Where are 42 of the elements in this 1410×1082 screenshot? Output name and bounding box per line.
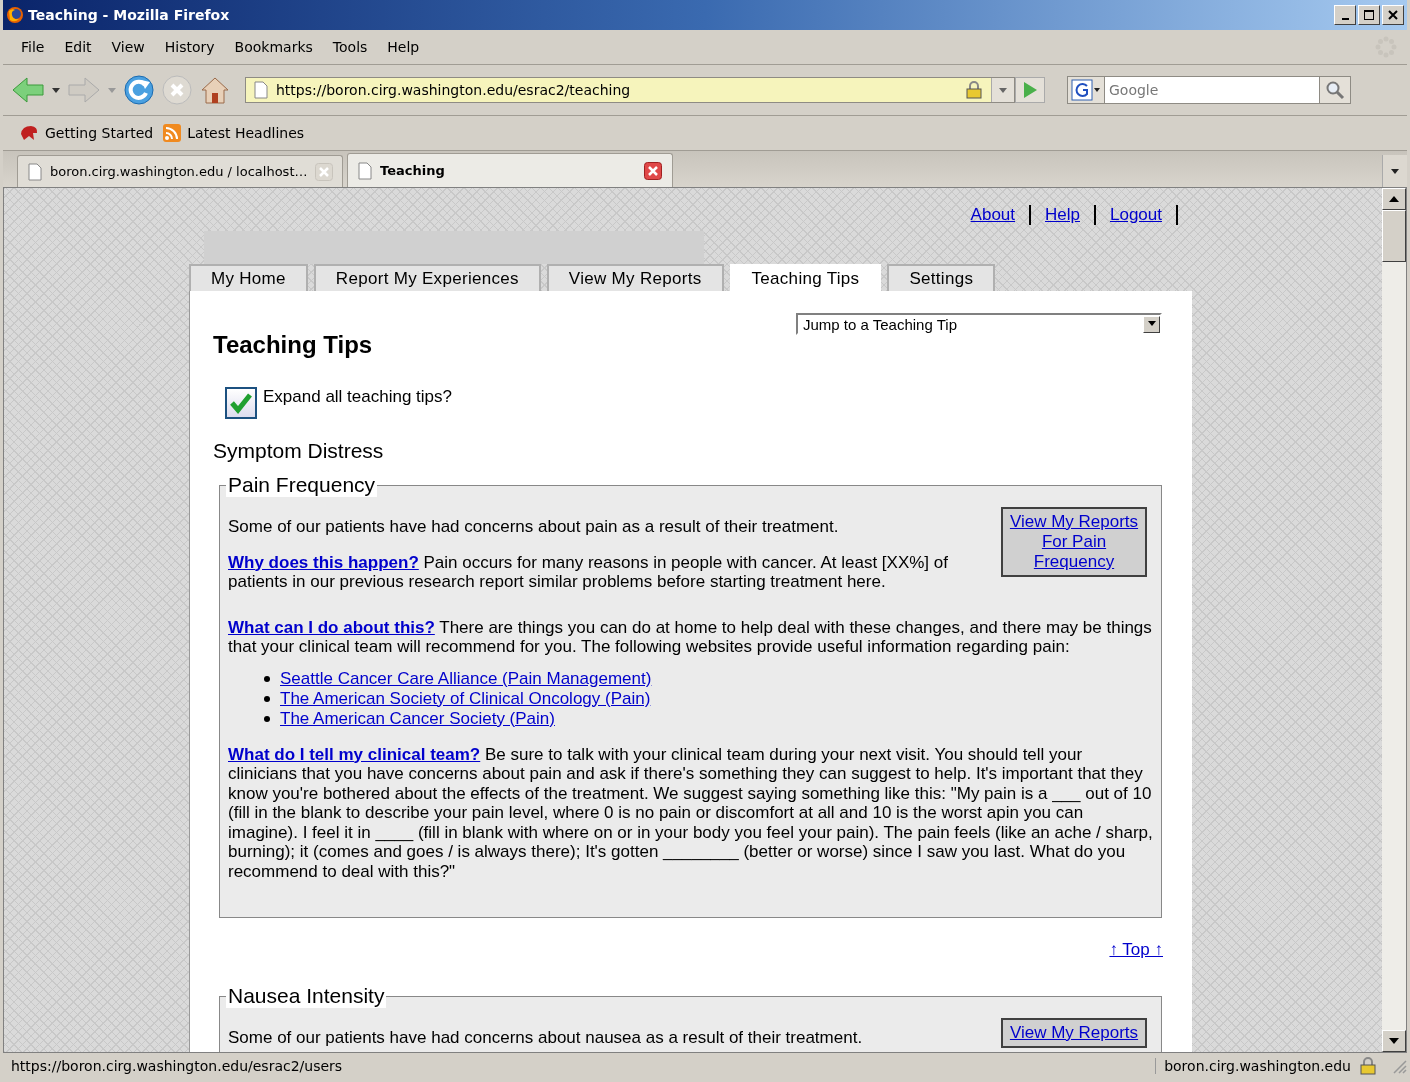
menu-item[interactable]: View	[101, 39, 155, 55]
tip-paragraph: Why does this happen? Pain occurs for many reasons in people with cancer. At least [XX%] of patients in our previous research report similar problems before starting treatment here.	[228, 552, 949, 592]
nav-tab[interactable]: View My Reports	[546, 264, 724, 291]
resource-link[interactable]: Seattle Cancer Care Alliance (Pain Management)	[280, 668, 652, 689]
nav-tab[interactable]: My Home	[189, 264, 308, 291]
bookmark-item[interactable]: Latest Headlines	[163, 124, 305, 142]
header-link[interactable]: About	[970, 205, 1016, 225]
tip-paragraph: What can I do about this? There are things you can do at home to help deal with these changes, and there may be things that your clinical team will recommend for you. The following websites provide useful information regarding pain:	[228, 617, 1153, 657]
section-title: Symptom Distress	[213, 439, 385, 463]
header-link[interactable]: Logout	[1110, 205, 1162, 225]
status-host: boron.cirg.washington.edu	[1155, 1058, 1351, 1074]
menu-item[interactable]: History	[154, 39, 225, 55]
tip-paragraph: Some of our patients have had concerns about pain as a result of their treatment.	[228, 517, 840, 537]
address-bar[interactable]: https://boron.cirg.washington.edu/esrac2/teaching	[245, 77, 1015, 103]
menu-item[interactable]: Tools	[322, 39, 378, 55]
menu-item[interactable]: Bookmarks	[224, 39, 323, 55]
search-field[interactable]: Google	[1104, 76, 1320, 104]
browser-tab[interactable]: Teaching	[347, 153, 673, 187]
page-heading: Teaching Tips	[213, 331, 373, 359]
tip-select[interactable]: Jump to a Teaching Tip	[796, 313, 1162, 335]
header-link[interactable]: Help	[1045, 205, 1080, 225]
resource-link[interactable]: The American Cancer Society (Pain)	[280, 708, 555, 729]
question-link[interactable]: What can I do about this?	[228, 617, 435, 637]
nav-tab[interactable]: Report My Experiences	[313, 264, 541, 291]
window-title: Teaching - Mozilla Firefox	[28, 7, 230, 23]
menu-item[interactable]: File	[11, 39, 55, 55]
checkbox-label: Expand all teaching tips?	[263, 387, 453, 407]
question-link[interactable]: What do I tell my clinical team?	[228, 744, 481, 764]
bookmark-item[interactable]: Getting Started	[19, 124, 154, 142]
status-url: https://boron.cirg.washington.edu/esrac2/users	[11, 1058, 344, 1074]
nav-tab[interactable]: Teaching Tips	[729, 264, 882, 291]
top-link[interactable]: ↑ Top ↑	[1109, 940, 1163, 959]
tip-paragraph: What do I tell my clinical team? Be sure to talk with your clinical team during your next visit. You should tell your clinicians that you have concerns about pain and ask if there's something they can suggest to help. It's important that they know you're bothered about the effects of the treatment. We suggest saying something like this: "My pain is a ___ out of 10 (fill in the blank to describe your pain level, where 0 is no pain or discomfort at all and 10 is the worst apin you can imagine). I feel it in ____ (fill in blank with where on or in your body you feel your pain). The pain feels (like an ache / sharp, burning); it (comes and goes / is always there); It's gotten ________ (better or worse) since I saw you last. What do you recommend to deal with this?"	[228, 744, 1153, 881]
view-reports-link[interactable]: View My Reports For Pain Frequency	[1001, 507, 1147, 577]
tip-paragraph: Some of our patients have had concerns about nausea as a result of their treatment.	[228, 1028, 864, 1048]
menu-item[interactable]: Edit	[54, 39, 102, 55]
resource-link[interactable]: The American Society of Clinical Oncology (Pain)	[280, 688, 651, 709]
browser-tab[interactable]: boron.cirg.washington.edu / localhost…	[17, 155, 343, 187]
view-reports-link[interactable]: View My Reports	[1001, 1018, 1147, 1048]
menu-item[interactable]: Help	[377, 39, 430, 55]
question-link[interactable]: Why does this happen?	[228, 552, 419, 572]
nav-tab[interactable]: Settings	[887, 264, 996, 291]
